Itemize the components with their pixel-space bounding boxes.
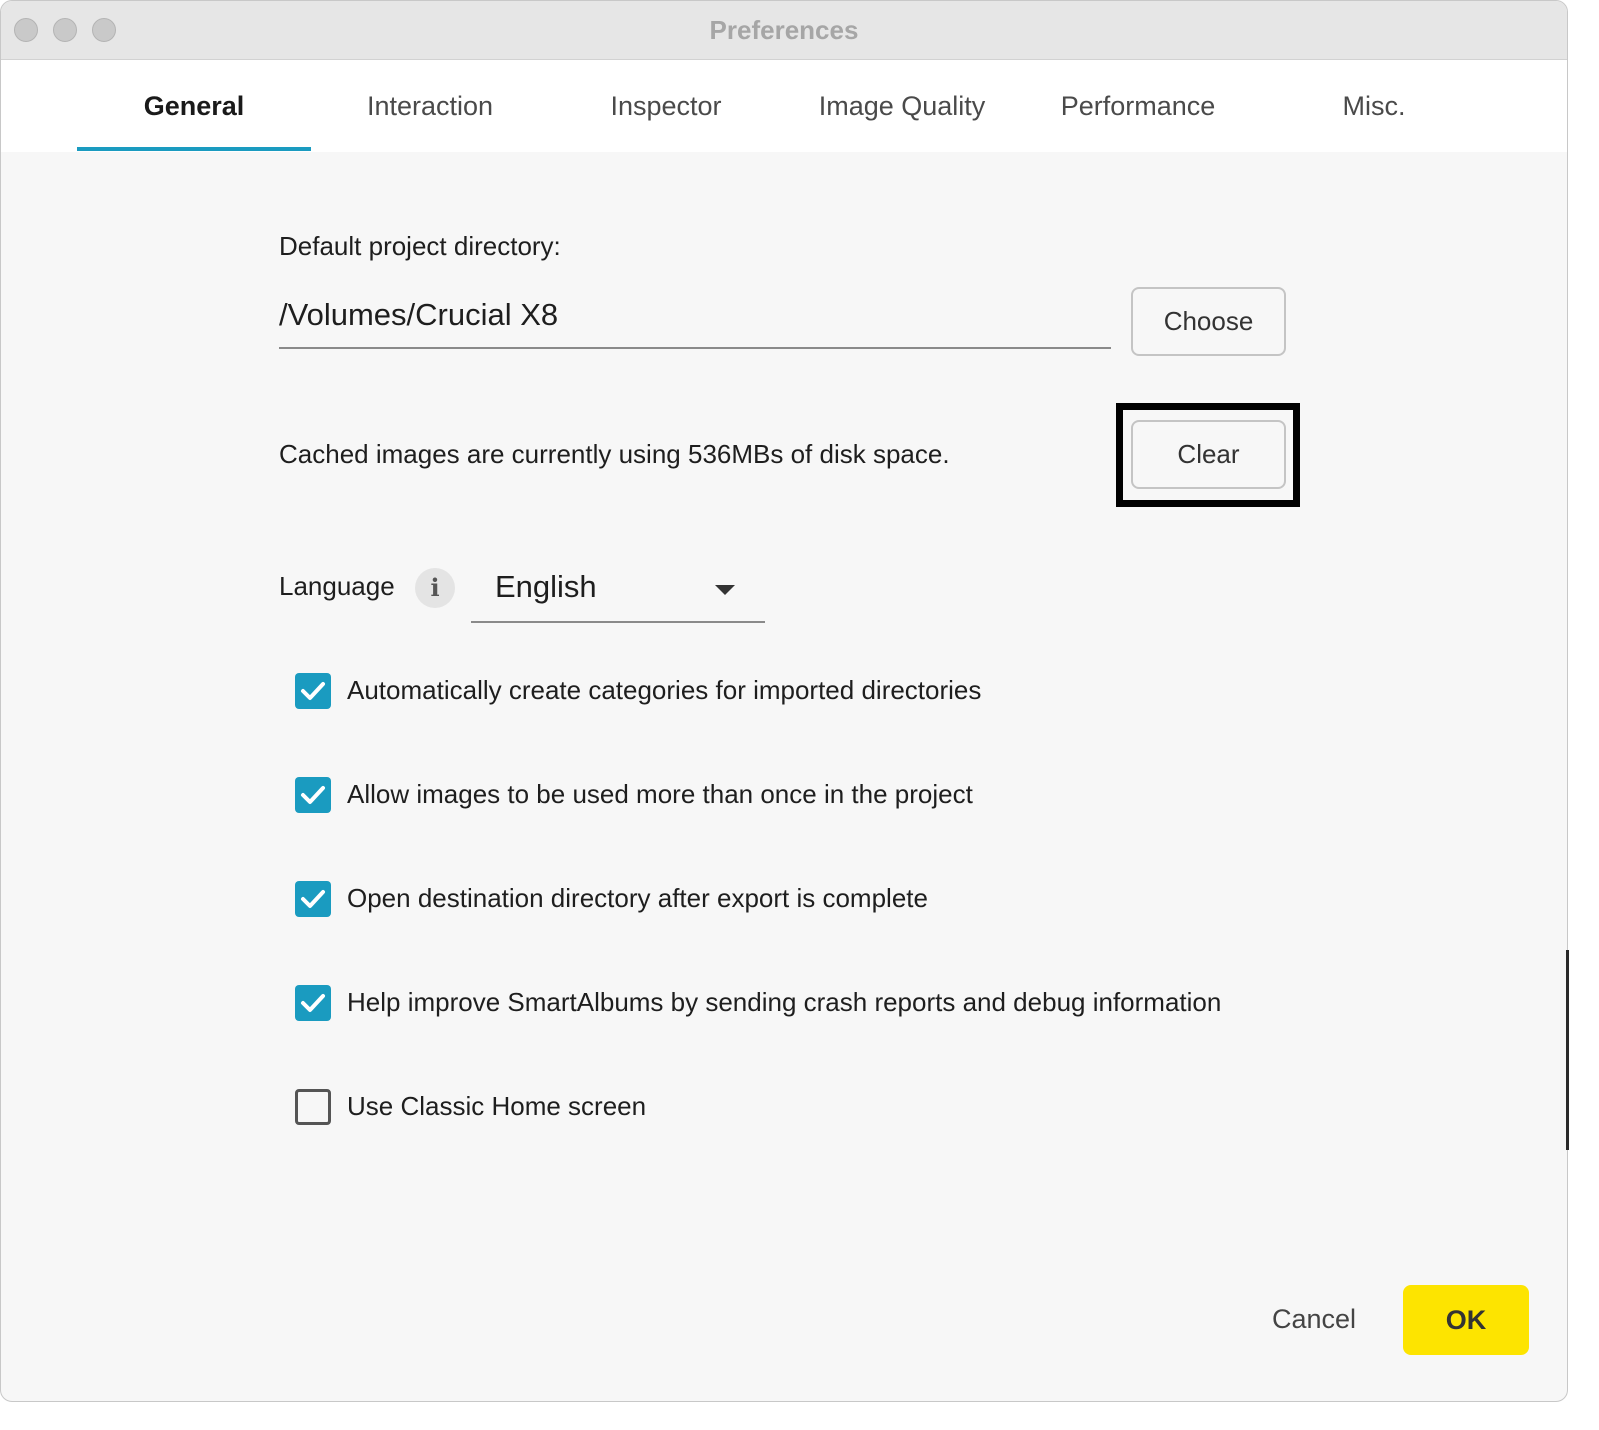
- checkmark-icon: [301, 890, 325, 908]
- project-directory-value: /Volumes/Crucial X8: [279, 297, 559, 332]
- checkmark-icon: [301, 682, 325, 700]
- language-select-value: English: [495, 569, 597, 604]
- option-label: Help improve SmartAlbums by sending cras…: [347, 987, 1222, 1017]
- checkbox-classic-home[interactable]: [295, 1089, 331, 1125]
- checkmark-icon: [301, 786, 325, 804]
- project-directory-label: Default project directory:: [279, 231, 561, 261]
- window-edge-divider: [1566, 950, 1569, 1150]
- language-select[interactable]: English: [471, 561, 765, 623]
- clear-button-highlight: [1116, 403, 1300, 507]
- title-bar: Preferences: [1, 1, 1567, 60]
- language-label: Language: [279, 571, 395, 601]
- chevron-down-icon: [715, 585, 735, 595]
- tab-interaction[interactable]: Interaction: [313, 60, 547, 152]
- preferences-window: Preferences General Interaction Inspecto…: [0, 0, 1568, 1402]
- project-directory-field[interactable]: /Volumes/Crucial X8: [279, 291, 1111, 349]
- tab-misc[interactable]: Misc.: [1257, 60, 1491, 152]
- tab-image-quality[interactable]: Image Quality: [785, 60, 1019, 152]
- option-label: Open destination directory after export …: [347, 883, 928, 913]
- tab-bar: General Interaction Inspector Image Qual…: [1, 60, 1567, 152]
- tab-performance[interactable]: Performance: [1021, 60, 1255, 152]
- checkmark-icon: [301, 994, 325, 1012]
- option-label: Allow images to be used more than once i…: [347, 779, 973, 809]
- active-tab-indicator: [77, 147, 311, 151]
- info-icon[interactable]: i: [415, 568, 455, 608]
- checkbox-allow-reuse[interactable]: [295, 777, 331, 813]
- checkbox-open-destination[interactable]: [295, 881, 331, 917]
- checkbox-crash-reports[interactable]: [295, 985, 331, 1021]
- tab-general[interactable]: General: [77, 60, 311, 152]
- cancel-button[interactable]: Cancel: [1257, 1291, 1371, 1347]
- option-label: Use Classic Home screen: [347, 1091, 647, 1121]
- cache-usage-text: Cached images are currently using 536MBs…: [279, 439, 950, 469]
- choose-button[interactable]: Choose: [1131, 287, 1286, 356]
- checkbox-auto-categories[interactable]: [295, 673, 331, 709]
- option-label: Automatically create categories for impo…: [347, 675, 982, 705]
- ok-button[interactable]: OK: [1403, 1285, 1529, 1355]
- tab-inspector[interactable]: Inspector: [549, 60, 783, 152]
- window-title: Preferences: [709, 15, 859, 45]
